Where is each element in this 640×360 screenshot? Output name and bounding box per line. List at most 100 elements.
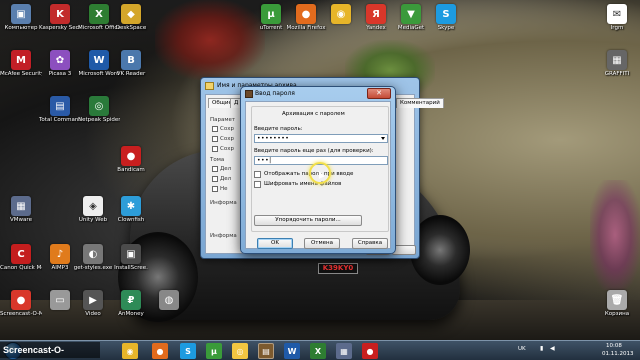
bg-checkbox-1[interactable] [212, 126, 218, 132]
desktop-app-icon: C [11, 244, 31, 264]
desktop-icon[interactable]: CCanon Quick Menu [0, 244, 42, 272]
desktop-icon[interactable]: S Skype [427, 4, 465, 32]
confirm-password-label: Введите пароль еще раз (для проверки): [254, 148, 374, 154]
volume-icon[interactable]: ◀ [550, 345, 557, 352]
desktop-icon[interactable]: ₽ AnMoney [112, 290, 150, 318]
desktop-icon[interactable]: 🗑 Корзина [598, 290, 636, 318]
desktop-icon[interactable]: ● Mozilla Firefox [287, 4, 325, 32]
password-label: Введите пароль: [254, 126, 303, 132]
clock-date[interactable]: 01.11.2013 [602, 351, 634, 357]
desktop-icon[interactable]: ◆ DeskSpace [112, 4, 150, 32]
desktop-app-icon: ₽ [121, 290, 141, 310]
bg-checkbox-3[interactable] [212, 146, 218, 152]
bg-checkbox-1-label: Сохр [220, 126, 234, 132]
desktop-icon[interactable]: ▶ Video [74, 290, 112, 318]
ok-button[interactable]: OK [257, 238, 293, 249]
language-indicator[interactable]: UK [518, 346, 526, 352]
password-dialog-titlebar[interactable]: Ввод пароля ✕ [241, 87, 395, 101]
desktop-icon[interactable]: ▤Total Commander [39, 96, 81, 124]
close-button[interactable]: ✕ [367, 88, 391, 99]
desktop-app-icon: ◎ [89, 96, 109, 116]
desktop-app-icon: ● [11, 290, 31, 310]
desktop-icon-label: VK Reader [116, 71, 146, 77]
desktop-icon[interactable]: ✿ Picasa 3 [41, 50, 79, 78]
group-info2-label: Информа [210, 233, 237, 239]
screencast-watermark: Screencast-O-Matic.com [0, 342, 100, 358]
bg-checkbox-6-label: Не [220, 186, 228, 192]
help-button[interactable]: Справка [352, 238, 388, 249]
taskbar-app-button[interactable]: X [310, 343, 326, 359]
organize-passwords-button[interactable]: Упорядочить пароли... [254, 215, 362, 226]
tab-comment[interactable]: Комментарий [396, 98, 444, 108]
desktop-icon[interactable]: ◐ get-styles.exe [74, 244, 112, 272]
desktop-app-icon: M [11, 50, 31, 70]
desktop-icon[interactable]: ▣ InstallScree. [112, 244, 150, 272]
desktop-icon[interactable]: ▦ GRAFFITI [598, 50, 636, 78]
desktop-app-icon: ♪ [50, 244, 70, 264]
desktop-icon-label: McAfee Security Sc. [0, 71, 42, 77]
chevron-down-icon[interactable] [381, 137, 385, 140]
desktop-icon-label: Skype [437, 25, 455, 31]
wallpaper-car-plate: K39KY0 [318, 263, 358, 274]
show-password-checkbox[interactable] [254, 171, 261, 178]
desktop-app-icon: В [121, 50, 141, 70]
password-input-value: •••••••• [257, 135, 290, 142]
network-icon[interactable]: ▮ [540, 345, 547, 352]
desktop-app-icon: ◐ [83, 244, 103, 264]
desktop-icon[interactable]: ◉ [322, 4, 360, 25]
desktop-icon[interactable]: ◈ Unity Web [74, 196, 112, 224]
password-input[interactable]: •••••••• [254, 134, 388, 143]
desktop-app-icon: ◈ [83, 196, 103, 216]
desktop-icon[interactable]: ● Bandicam [112, 146, 150, 174]
encrypt-names-label: Шифровать имена файлов [264, 181, 342, 187]
desktop-app-icon: W [89, 50, 109, 70]
group-volumes-label: Тома [210, 157, 225, 163]
desktop-app-icon: ▼ [401, 4, 421, 24]
taskbar-app-button[interactable]: W [284, 343, 300, 359]
desktop-app-icon: ▶ [83, 290, 103, 310]
desktop-app-icon: ▣ [121, 244, 141, 264]
desktop-icon[interactable]: ✱ Clownfish [112, 196, 150, 224]
desktop-icon[interactable]: ◎ Netpeak Spider [78, 96, 120, 124]
desktop-icon-label: Компьютер [4, 25, 38, 31]
desktop-icon[interactable]: ●Screencast-O-Matic [0, 290, 42, 318]
bg-checkbox-6[interactable] [212, 186, 218, 192]
desktop-icon-label: Irgm [610, 25, 624, 31]
desktop-icon-label: Корзина [604, 311, 630, 317]
desktop-icon[interactable]: ▦ VMware [2, 196, 40, 224]
desktop-icon[interactable]: В VK Reader [112, 50, 150, 78]
bg-checkbox-5[interactable] [212, 176, 218, 182]
taskbar-app-button[interactable]: µ [206, 343, 222, 359]
taskbar-app-button[interactable]: ● [362, 343, 378, 359]
bg-checkbox-4[interactable] [212, 166, 218, 172]
taskbar-app-button[interactable]: ▤ [258, 343, 274, 359]
group-params-label: Парамет [210, 117, 236, 123]
desktop-icon-label: Canon Quick Menu [0, 265, 42, 271]
taskbar-app-button[interactable]: S [180, 343, 196, 359]
desktop-app-icon: ▣ [11, 4, 31, 24]
desktop-icon[interactable]: ✉ Irgm [598, 4, 636, 32]
desktop-icon-label: VMware [10, 217, 32, 223]
taskbar-app-button[interactable]: ● [152, 343, 168, 359]
desktop-icon-label: AnMoney [118, 311, 144, 317]
password-dialog-title: Ввод пароля [255, 90, 295, 97]
desktop-app-icon: ▭ [50, 290, 70, 310]
wallpaper-graffiti-pink [590, 180, 640, 290]
desktop-icon[interactable]: KKaspersky Security Sc. [39, 4, 81, 32]
taskbar-app-button[interactable]: ▦ [336, 343, 352, 359]
archive-icon [245, 90, 253, 98]
desktop-app-icon: ▦ [11, 196, 31, 216]
desktop-icon[interactable]: MMcAfee Security Sc. [0, 50, 42, 78]
desktop-app-icon: S [436, 4, 456, 24]
encrypt-names-checkbox[interactable] [254, 181, 261, 188]
desktop-app-icon: Я [366, 4, 386, 24]
cancel-button[interactable]: Отмена [304, 238, 340, 249]
desktop-icon[interactable]: ▣ Компьютер [2, 4, 40, 32]
taskbar-app-button[interactable]: ◉ [122, 343, 138, 359]
taskbar-app-button[interactable]: ◎ [232, 343, 248, 359]
bg-checkbox-2[interactable] [212, 136, 218, 142]
clock-time[interactable]: 10:08 [606, 343, 622, 349]
desktop-icon-label: Unity Web [78, 217, 108, 223]
desktop-icon[interactable]: ◍ [150, 290, 188, 311]
desktop-app-icon: ◉ [331, 4, 351, 24]
